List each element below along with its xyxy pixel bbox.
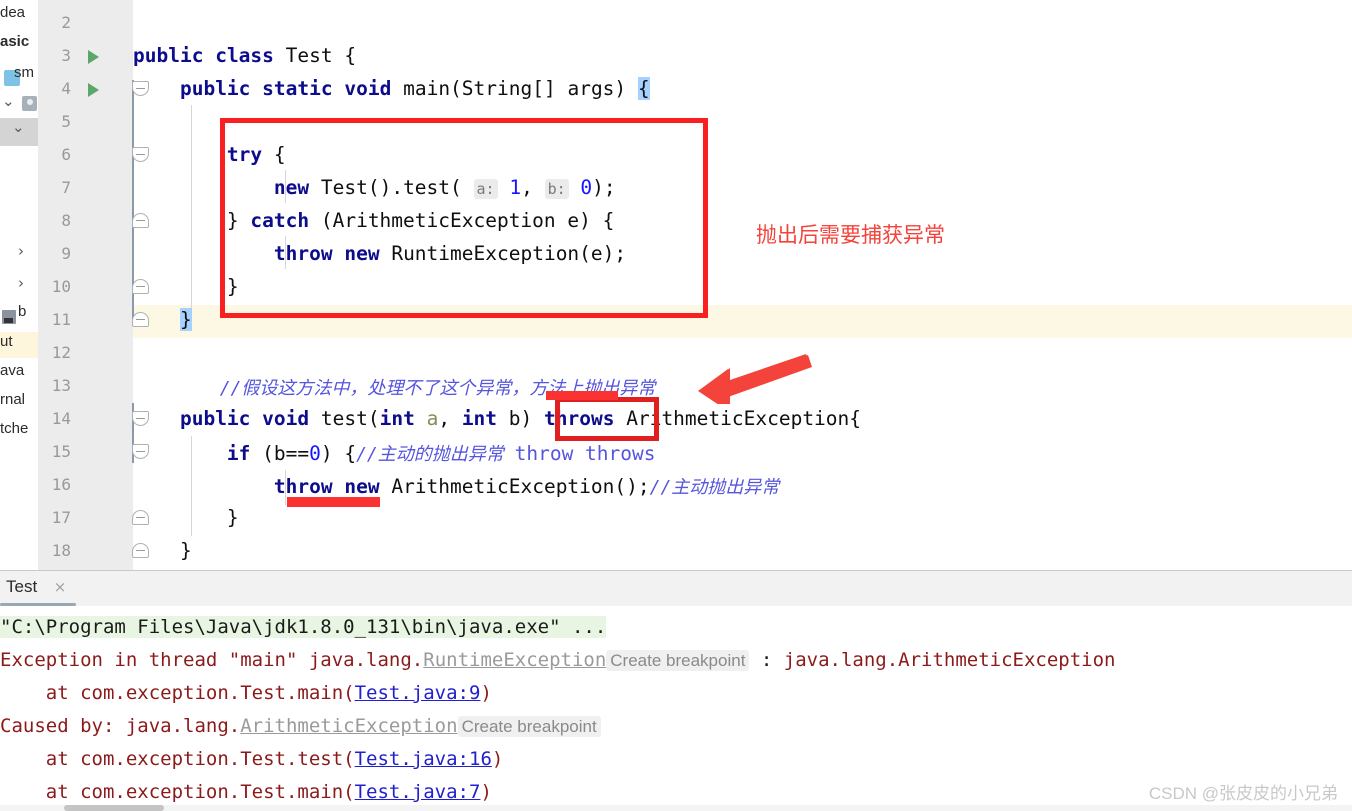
line-number: 4 <box>61 79 71 98</box>
line-number: 7 <box>61 178 71 197</box>
sidebar-item-7[interactable]: tche <box>0 420 28 437</box>
sidebar-item-4[interactable]: ut <box>0 333 13 350</box>
console-output[interactable]: "C:\Program Files\Java\jdk1.8.0_131\bin\… <box>0 606 1352 802</box>
line-number: 10 <box>51 277 71 296</box>
console-tab-test[interactable]: Test <box>6 577 37 597</box>
annotation-arrow-icon <box>698 354 812 404</box>
console-line-stack-1: at com.exception.Test.main(Test.java:9) <box>0 682 492 704</box>
exception-name: RuntimeException <box>423 649 607 671</box>
keyword-void: void <box>344 77 392 100</box>
scrollbar-thumb[interactable] <box>64 805 164 811</box>
chevron-down-icon[interactable]: ⌄ <box>12 118 25 136</box>
editor-gutter[interactable]: 2 3 4 5 6 7 8 9 10 11 12 13 14 15 16 17 … <box>38 0 133 570</box>
line-number: 3 <box>61 46 71 65</box>
exception-name: ArithmeticException <box>240 715 458 737</box>
line-number: 14 <box>51 409 71 428</box>
keyword-class: class <box>215 44 274 67</box>
keyword-void: void <box>262 407 310 430</box>
code-line-16[interactable]: throw new ArithmeticException();//主动抛出异常 <box>133 473 779 499</box>
keyword-if: if <box>226 442 251 465</box>
sidebar-item-5[interactable]: ava <box>0 362 24 379</box>
literal-zero: 0 <box>309 442 321 465</box>
keyword-public: public <box>179 407 251 430</box>
line-number: 13 <box>51 376 71 395</box>
type-arithmetic-exception: ArithmeticException <box>626 407 850 430</box>
line-number: 11 <box>51 310 71 329</box>
clipped-top-line <box>133 0 1352 6</box>
console-line-stack-2: at com.exception.Test.test(Test.java:16) <box>0 748 504 770</box>
sidebar-item-0[interactable]: dea <box>0 4 25 21</box>
stacktrace-link[interactable]: Test.java:7 <box>355 781 481 802</box>
stacktrace-link[interactable]: Test.java:16 <box>355 748 492 770</box>
keyword-new: new <box>344 475 380 498</box>
sidebar-item-1[interactable]: asic <box>0 33 29 50</box>
sidebar-item-6[interactable]: rnal <box>0 391 25 408</box>
line-number: 17 <box>51 508 71 527</box>
keyword-public: public <box>133 44 204 67</box>
keyword-int: int <box>379 407 415 430</box>
horizontal-scrollbar[interactable] <box>0 805 1352 811</box>
line-number: 6 <box>61 145 71 164</box>
annotation-underline-throw <box>287 497 380 507</box>
console-command-line: "C:\Program Files\Java\jdk1.8.0_131\bin\… <box>0 616 607 638</box>
line-number: 15 <box>51 442 71 461</box>
annotation-underline-comment <box>546 391 618 400</box>
console-line-stack-3: at com.exception.Test.main(Test.java:7) <box>0 781 492 802</box>
run-gutter-icon[interactable] <box>88 50 99 64</box>
create-breakpoint-link[interactable]: Create breakpoint <box>457 716 601 737</box>
run-gutter-icon[interactable] <box>88 83 99 97</box>
close-icon[interactable]: × <box>53 580 67 595</box>
line-number: 2 <box>61 13 71 32</box>
sidebar-item-2[interactable]: sm <box>14 64 34 81</box>
line-number: 9 <box>61 244 71 263</box>
code-editor[interactable]: 2 3 4 5 6 7 8 9 10 11 12 13 14 15 16 17 … <box>38 0 1352 570</box>
console-line-exception: Exception in thread "main" java.lang.Run… <box>0 649 1116 671</box>
run-console-panel[interactable]: Test × "C:\Program Files\Java\jdk1.8.0_1… <box>0 570 1352 811</box>
keyword-throw: throw <box>273 475 333 498</box>
line-number: 8 <box>61 211 71 230</box>
code-line-3[interactable]: public class Test { <box>133 44 356 67</box>
line-number: 18 <box>51 541 71 560</box>
keyword-int: int <box>461 407 498 430</box>
create-breakpoint-link[interactable]: Create breakpoint <box>606 650 750 671</box>
code-line-15[interactable]: if (b==0) {//主动的抛出异常 throw throws <box>133 440 656 466</box>
console-icon <box>2 310 16 324</box>
code-line-17[interactable]: } <box>133 506 239 529</box>
console-line-causedby: Caused by: java.lang.ArithmeticException… <box>0 715 601 737</box>
type-test: Test <box>285 44 333 67</box>
keyword-static: static <box>262 77 333 100</box>
code-line-11[interactable]: } <box>133 308 192 331</box>
folder-icon <box>22 96 37 111</box>
code-line-14[interactable]: public void test(int a, int b) throws Ar… <box>133 407 861 430</box>
chevron-right-icon[interactable]: › <box>18 274 24 292</box>
keyword-public: public <box>179 77 251 100</box>
sidebar-item-3[interactable]: b <box>18 303 26 320</box>
ide-window: dea asic sm b ut ava rnal tche ⌄ ⌄ › › 2… <box>0 0 1352 811</box>
annotation-box-trycatch <box>220 118 708 318</box>
line-number: 16 <box>51 475 71 494</box>
stacktrace-link[interactable]: Test.java:9 <box>355 682 481 704</box>
line-number: 5 <box>61 112 71 131</box>
console-tab-bar[interactable]: Test × <box>0 570 1352 607</box>
chevron-down-icon[interactable]: ⌄ <box>2 92 15 110</box>
chevron-right-icon[interactable]: › <box>18 242 24 260</box>
type-string-array: String[] <box>461 77 556 100</box>
code-line-4[interactable]: public static void main(String[] args) { <box>133 77 650 100</box>
annotation-note-catch: 抛出后需要捕获异常 <box>756 223 945 247</box>
watermark: CSDN @张皮皮的小兄弟 <box>1148 784 1338 803</box>
code-line-18[interactable]: } <box>133 539 192 562</box>
type-arithmetic-exception: ArithmeticException <box>391 475 615 498</box>
line-number: 12 <box>51 343 71 362</box>
annotation-box-throws <box>555 397 659 441</box>
project-tool-window-strip[interactable]: dea asic sm b ut ava rnal tche ⌄ ⌄ › › <box>0 0 38 570</box>
